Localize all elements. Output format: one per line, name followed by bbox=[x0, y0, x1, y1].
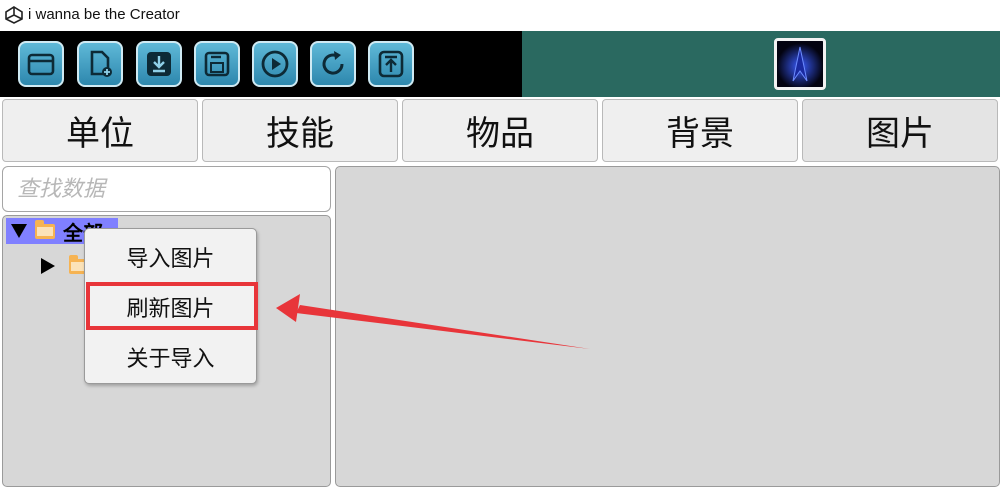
tab-images[interactable]: 图片 bbox=[802, 99, 998, 162]
tab-units[interactable]: 单位 bbox=[2, 99, 198, 162]
open-folder-button[interactable] bbox=[18, 41, 64, 87]
save-button[interactable] bbox=[194, 41, 240, 87]
title-bar: i wanna be the Creator bbox=[0, 0, 1000, 31]
new-file-button[interactable] bbox=[77, 41, 123, 87]
download-icon bbox=[147, 52, 171, 76]
character-thumbnail[interactable] bbox=[774, 38, 826, 90]
annotation-highlight-box bbox=[86, 282, 258, 330]
upload-button[interactable] bbox=[368, 41, 414, 87]
image-content-panel bbox=[335, 166, 1000, 487]
character-image bbox=[777, 41, 823, 87]
upload-icon bbox=[378, 50, 404, 78]
tab-items[interactable]: 物品 bbox=[402, 99, 598, 162]
menu-item-import-images[interactable]: 导入图片 bbox=[85, 237, 256, 277]
tree-child-node[interactable] bbox=[41, 254, 89, 278]
menu-item-about-import[interactable]: 关于导入 bbox=[85, 337, 256, 377]
play-button[interactable] bbox=[252, 41, 298, 87]
folder-icon bbox=[27, 53, 55, 76]
download-button[interactable] bbox=[136, 41, 182, 87]
search-input[interactable] bbox=[3, 167, 330, 211]
toolbar bbox=[0, 31, 522, 97]
folder-icon bbox=[35, 219, 55, 239]
tab-backgrounds[interactable]: 背景 bbox=[602, 99, 798, 162]
collapse-triangle-icon[interactable] bbox=[41, 258, 55, 274]
refresh-icon bbox=[322, 51, 344, 75]
save-icon bbox=[204, 51, 230, 77]
new-file-icon bbox=[90, 50, 112, 77]
unity-logo-icon bbox=[5, 6, 23, 24]
category-tabs: 单位 技能 物品 背景 图片 bbox=[0, 97, 1000, 165]
expand-triangle-icon[interactable] bbox=[11, 224, 27, 238]
window-title: i wanna be the Creator bbox=[28, 6, 180, 23]
play-icon bbox=[261, 50, 289, 78]
search-box bbox=[2, 166, 331, 212]
preview-area bbox=[522, 31, 1000, 97]
tab-skills[interactable]: 技能 bbox=[202, 99, 398, 162]
refresh-button[interactable] bbox=[310, 41, 356, 87]
